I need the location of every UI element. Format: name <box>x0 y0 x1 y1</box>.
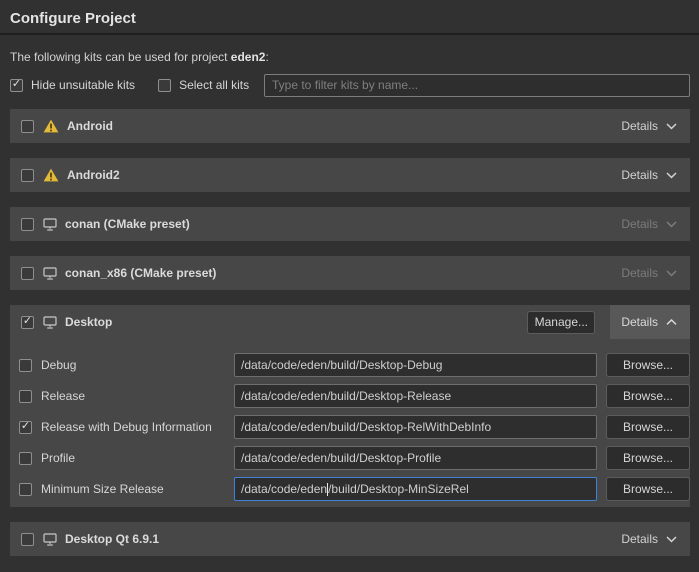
chevron-down-icon <box>666 270 677 277</box>
chevron-down-icon <box>666 536 677 543</box>
build-dir-path: /data/code/eden/build/Desktop-Profile <box>241 451 441 465</box>
desktop-icon <box>43 218 57 231</box>
configure-project-page: Configure Project The following kits can… <box>0 10 699 572</box>
details-label: Details <box>621 315 658 329</box>
desktop-icon <box>43 533 57 546</box>
browse-button-debug[interactable]: Browse... <box>606 353 690 377</box>
page-title: Configure Project <box>10 10 689 27</box>
details-label: Details <box>621 266 658 280</box>
chevron-up-icon <box>666 319 677 326</box>
kit-checkbox-conan[interactable] <box>21 218 34 231</box>
config-row-profile: Profile /data/code/eden/build/Desktop-Pr… <box>10 446 690 470</box>
build-dir-path: /data/code/eden/build/Desktop-Debug <box>241 358 442 372</box>
config-checkbox-debug[interactable] <box>19 359 32 372</box>
build-dir-input-profile[interactable]: /data/code/eden/build/Desktop-Profile <box>234 446 597 470</box>
kit-details-toggle-android[interactable]: Details <box>610 109 690 143</box>
checkmark-icon: ✓ <box>23 316 32 327</box>
details-label: Details <box>621 168 658 182</box>
browse-button-profile[interactable]: Browse... <box>606 446 690 470</box>
checkmark-icon: ✓ <box>21 421 30 432</box>
kit-details-toggle-android2[interactable]: Details <box>610 158 690 192</box>
build-dir-path: /data/code/eden/build/Desktop-RelWithDeb… <box>241 420 491 434</box>
subtitle-colon: : <box>265 50 268 64</box>
config-label: Release with Debug Information <box>41 420 234 434</box>
kit-name: conan_x86 (CMake preset) <box>65 266 216 280</box>
config-checkbox-release[interactable] <box>19 390 32 403</box>
subtitle-text: The following kits can be used for proje… <box>10 50 231 64</box>
build-dir-input-debug[interactable]: /data/code/eden/build/Desktop-Debug <box>234 353 597 377</box>
select-all-kits-option[interactable]: Select all kits <box>158 78 249 92</box>
desktop-build-configs: Debug /data/code/eden/build/Desktop-Debu… <box>10 353 690 507</box>
kit-checkbox-android[interactable] <box>21 120 34 133</box>
kit-checkbox-android2[interactable] <box>21 169 34 182</box>
hide-unsuitable-label: Hide unsuitable kits <box>31 78 135 92</box>
config-checkbox-minsizerel[interactable] <box>19 483 32 496</box>
kit-row-android: Android Details <box>10 109 690 143</box>
checkmark-icon: ✓ <box>12 79 21 90</box>
config-label: Minimum Size Release <box>41 482 234 496</box>
build-dir-path: /build/Desktop-MinSizeRel <box>328 482 469 496</box>
kit-name: Android <box>67 119 113 133</box>
project-name: eden2 <box>231 50 266 64</box>
config-row-relwithdebinfo: ✓ Release with Debug Information /data/c… <box>10 415 690 439</box>
kit-name: Desktop Qt 6.9.1 <box>65 532 159 546</box>
chevron-down-icon <box>666 123 677 130</box>
kit-details-toggle-conan-x86: Details <box>610 256 690 290</box>
desktop-icon <box>43 267 57 280</box>
build-dir-input-relwithdebinfo[interactable]: /data/code/eden/build/Desktop-RelWithDeb… <box>234 415 597 439</box>
select-all-checkbox[interactable] <box>158 79 171 92</box>
desktop-icon <box>43 316 57 329</box>
build-dir-path: /data/code/eden/build/Desktop-Release <box>241 389 451 403</box>
browse-button-release[interactable]: Browse... <box>606 384 690 408</box>
kit-checkbox-conan-x86[interactable] <box>21 267 34 280</box>
kit-filter-input[interactable] <box>264 74 690 97</box>
warning-icon <box>43 119 59 133</box>
kit-name: Desktop <box>65 315 112 329</box>
config-label: Release <box>41 389 234 403</box>
details-label: Details <box>621 217 658 231</box>
kit-details-toggle-desktop-qt-691[interactable]: Details <box>610 522 690 556</box>
kit-row-conan: conan (CMake preset) Details <box>10 207 690 241</box>
build-dir-input-release[interactable]: /data/code/eden/build/Desktop-Release <box>234 384 597 408</box>
build-dir-input-minsizerel[interactable]: /data/code/eden/build/Desktop-MinSizeRel <box>234 477 597 501</box>
config-row-debug: Debug /data/code/eden/build/Desktop-Debu… <box>10 353 690 377</box>
hide-unsuitable-checkbox[interactable]: ✓ <box>10 79 23 92</box>
config-row-release: Release /data/code/eden/build/Desktop-Re… <box>10 384 690 408</box>
warning-icon <box>43 168 59 182</box>
kit-group-desktop: ✓ Desktop Manage... Details Debug /data/… <box>10 305 690 507</box>
details-label: Details <box>621 532 658 546</box>
kit-name: Android2 <box>67 168 120 182</box>
details-label: Details <box>621 119 658 133</box>
kit-name: conan (CMake preset) <box>65 217 190 231</box>
kit-list: Android Details Android2 Details c <box>10 109 690 556</box>
manage-kits-button[interactable]: Manage... <box>527 311 595 334</box>
kit-row-desktop-qt-691: Desktop Qt 6.9.1 Details <box>10 522 690 556</box>
kits-subtitle: The following kits can be used for proje… <box>10 50 689 64</box>
browse-button-minsizerel[interactable]: Browse... <box>606 477 690 501</box>
config-checkbox-relwithdebinfo[interactable]: ✓ <box>19 421 32 434</box>
kit-checkbox-desktop-qt-691[interactable] <box>21 533 34 546</box>
config-row-minsizerel: Minimum Size Release /data/code/eden/bui… <box>10 477 690 501</box>
kit-details-toggle-desktop[interactable]: Details <box>610 305 690 339</box>
select-all-label: Select all kits <box>179 78 249 92</box>
kit-details-toggle-conan: Details <box>610 207 690 241</box>
hide-unsuitable-kits-option[interactable]: ✓ Hide unsuitable kits <box>10 78 135 92</box>
chevron-down-icon <box>666 221 677 228</box>
kit-checkbox-desktop[interactable]: ✓ <box>21 316 34 329</box>
build-dir-path: /data/code/eden <box>241 482 327 496</box>
chevron-down-icon <box>666 172 677 179</box>
title-separator <box>0 33 699 35</box>
browse-button-relwithdebinfo[interactable]: Browse... <box>606 415 690 439</box>
kit-row-conan-x86: conan_x86 (CMake preset) Details <box>10 256 690 290</box>
kit-row-android2: Android2 Details <box>10 158 690 192</box>
kit-filter-controls: ✓ Hide unsuitable kits Select all kits <box>10 73 690 97</box>
kit-row-desktop: ✓ Desktop Manage... Details <box>10 305 690 339</box>
config-label: Debug <box>41 358 234 372</box>
config-checkbox-profile[interactable] <box>19 452 32 465</box>
config-label: Profile <box>41 451 234 465</box>
